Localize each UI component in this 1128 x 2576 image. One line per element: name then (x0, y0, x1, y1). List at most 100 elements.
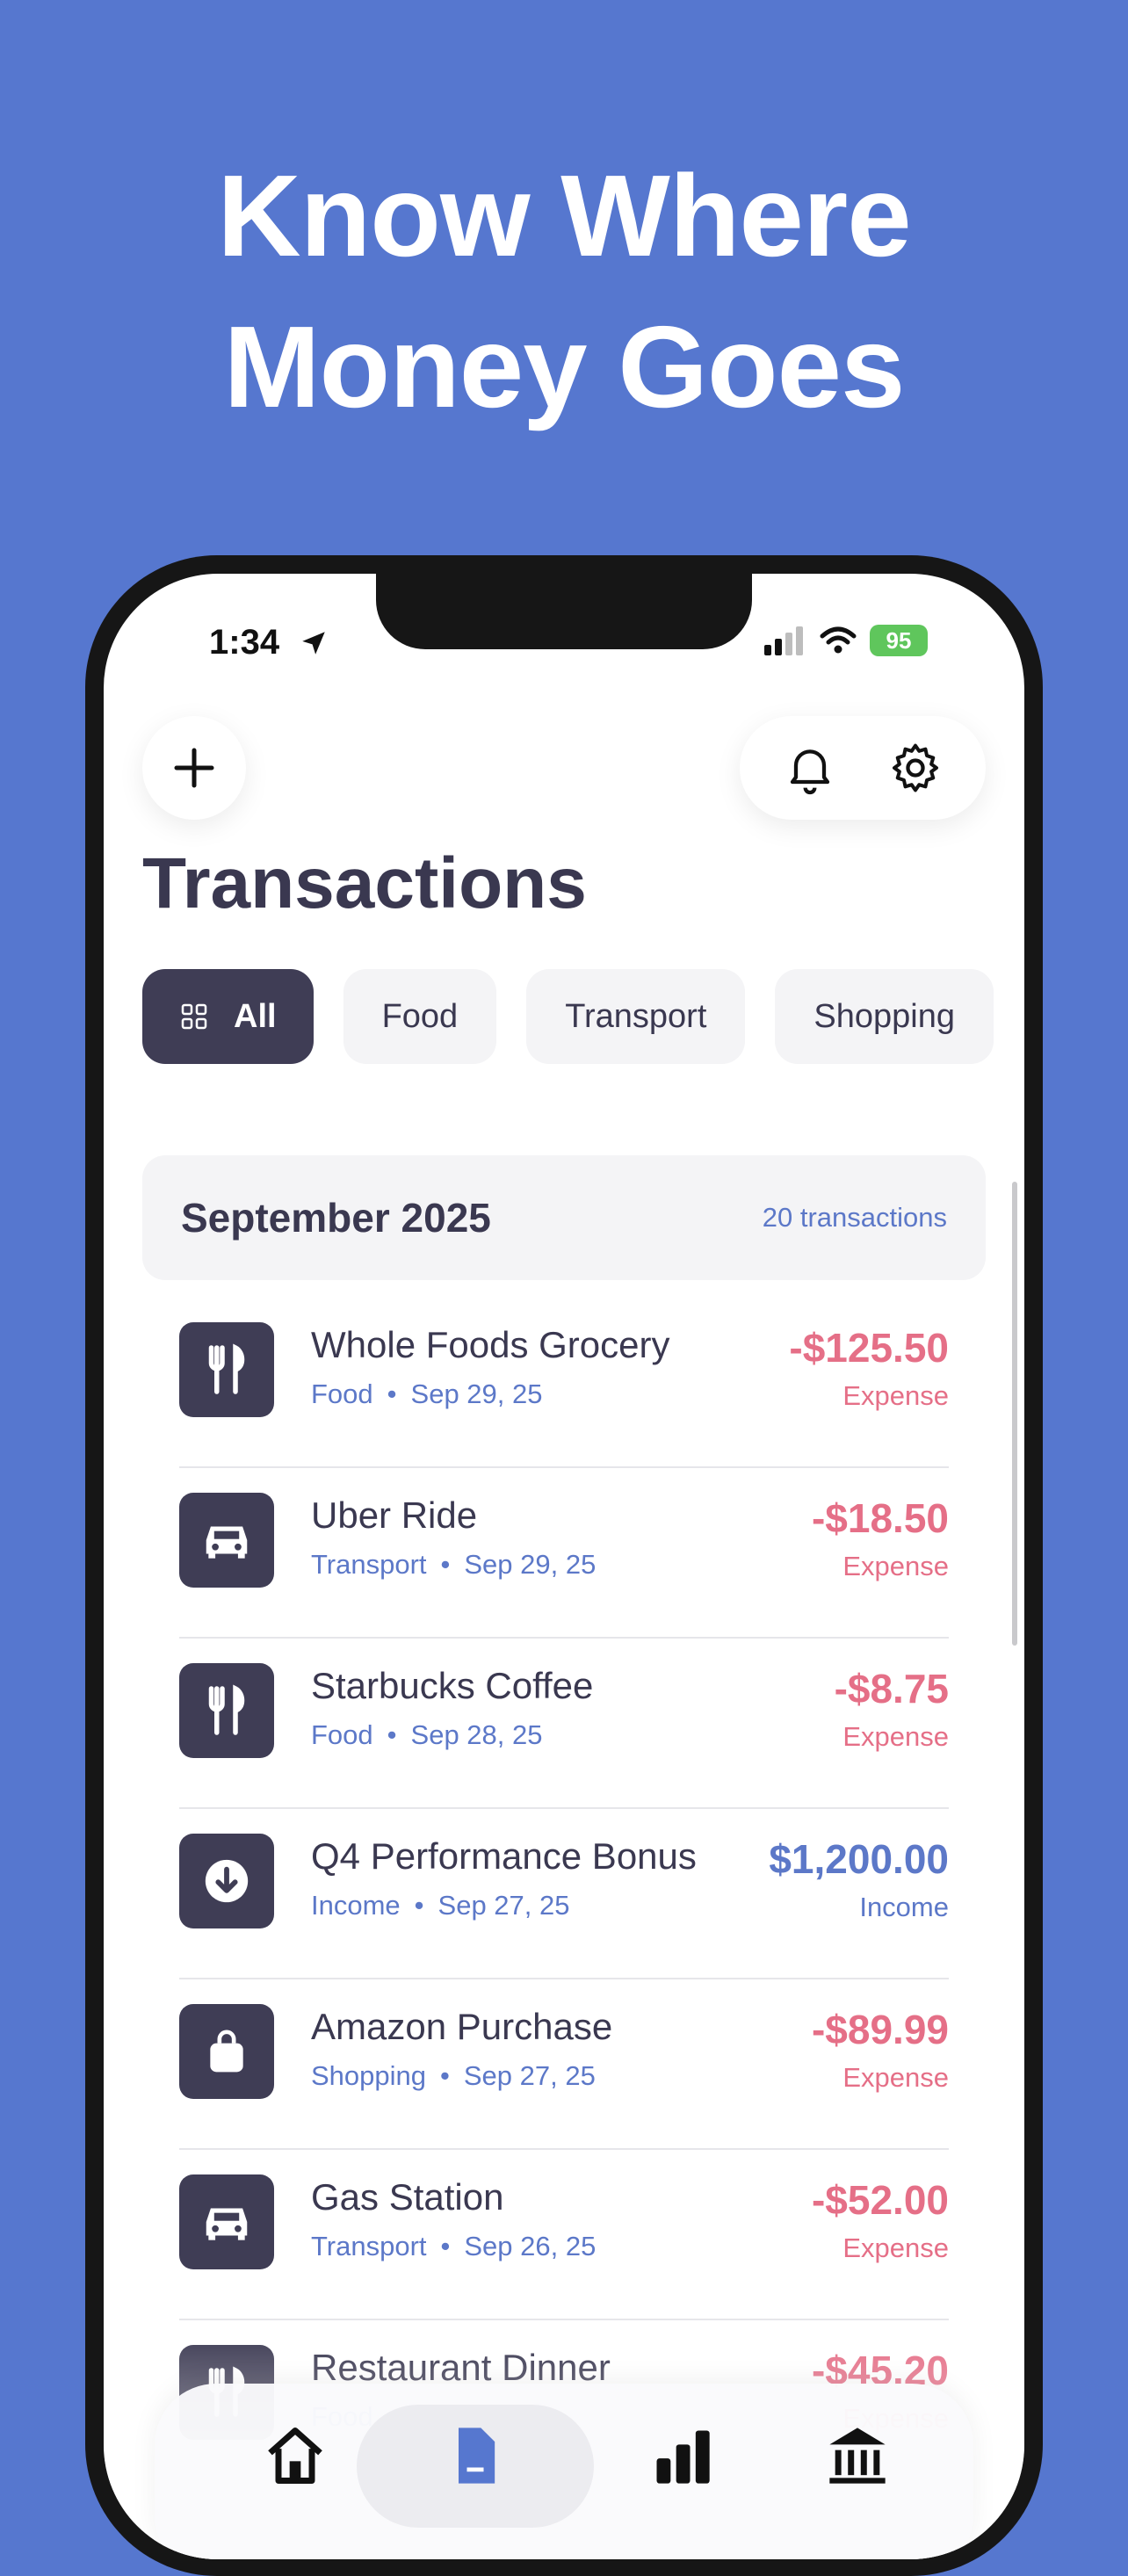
transaction-category: Food (311, 1719, 373, 1750)
bar-chart-icon (656, 2430, 710, 2484)
transaction-type: Expense (842, 1721, 949, 1752)
phone-screen: 1:34 95 Transactions All Food Transport … (104, 574, 1024, 2559)
transaction-name: Whole Foods Grocery (311, 1324, 670, 1365)
transaction-name: Uber Ride (311, 1494, 478, 1536)
filter-chip-all[interactable]: All (142, 969, 314, 1064)
home-tab[interactable] (242, 2422, 348, 2489)
month-section-header: September 2025 20 transactions (142, 1155, 986, 1280)
transaction-row[interactable]: Q4 Performance Bonus Income • Sep 27, 25 $1,… (179, 1809, 949, 1979)
category-tile (179, 1834, 274, 1928)
transaction-amount: -$125.50 (789, 1325, 949, 1371)
status-indicators: 95 (763, 625, 928, 656)
battery-indicator: 95 (870, 625, 928, 656)
headline: Know Where Money Goes (0, 141, 1128, 443)
transaction-name: Gas Station (311, 2176, 504, 2218)
add-transaction-button[interactable] (142, 716, 246, 820)
transaction-meta: Transport • Sep 29, 25 (311, 1549, 596, 1581)
transaction-amount: -$8.75 (834, 1666, 949, 1711)
transaction-row[interactable]: Gas Station Transport • Sep 26, 25 -$52.00 Ex… (179, 2150, 949, 2320)
car-icon (206, 2208, 248, 2240)
filter-chips: All Food Transport Shopping (142, 969, 994, 1064)
headline-line-1: Know Where (217, 151, 911, 280)
arrow-down-circle-icon (205, 1859, 249, 1903)
transaction-row[interactable]: Amazon Purchase Shopping • Sep 27, 25 -$89.9… (179, 1979, 949, 2150)
transaction-type: Expense (842, 1380, 949, 1411)
bell-icon[interactable] (782, 740, 838, 796)
phone-frame: 1:34 95 Transactions All Food Transport … (85, 555, 1043, 2576)
transaction-category: Shopping (311, 2060, 427, 2091)
location-arrow-icon (302, 632, 325, 655)
filter-chip-label: Shopping (813, 997, 955, 1035)
category-tile (179, 2174, 274, 2269)
gear-icon[interactable] (887, 740, 944, 796)
car-icon (206, 1526, 248, 1559)
home-icon (268, 2428, 322, 2484)
transaction-type: Expense (842, 1551, 949, 1581)
filter-chip-shopping[interactable]: Shopping (775, 969, 994, 1064)
transaction-name: Q4 Performance Bonus (311, 1835, 697, 1877)
transaction-category: Transport (311, 1549, 427, 1580)
transaction-category: Transport (311, 2231, 427, 2261)
transaction-meta: Food • Sep 28, 25 (311, 1719, 543, 1751)
transaction-meta: Food • Sep 29, 25 (311, 1378, 543, 1410)
separator-dot: • (387, 1719, 397, 1750)
separator-dot: • (387, 1378, 397, 1409)
category-tile (179, 2004, 274, 2099)
separator-dot: • (440, 2231, 451, 2261)
section-title: September 2025 (181, 1195, 491, 1241)
filter-chip-transport[interactable]: Transport (526, 969, 746, 1064)
category-tile (179, 1322, 274, 1417)
transaction-date: Sep 29, 25 (410, 1378, 543, 1409)
accounts-tab[interactable] (805, 2422, 910, 2489)
scrollbar[interactable] (1012, 1182, 1017, 1646)
category-tile (179, 1663, 274, 1758)
transaction-date: Sep 27, 25 (463, 2060, 596, 2091)
transaction-meta: Income • Sep 27, 25 (311, 1890, 570, 1921)
separator-dot: • (440, 2060, 450, 2091)
status-time: 1:34 (209, 623, 280, 662)
page-title: Transactions (142, 843, 587, 923)
transaction-date: Sep 29, 25 (464, 1549, 597, 1580)
plus-icon (174, 748, 214, 788)
filter-chip-food[interactable]: Food (343, 969, 497, 1064)
transaction-row[interactable]: Uber Ride Transport • Sep 29, 25 -$18.50 Expe… (179, 1468, 949, 1639)
filter-chip-label: All (234, 997, 277, 1035)
document-icon (459, 2428, 495, 2484)
transaction-row[interactable]: Starbucks Coffee Food • Sep 28, 25 -$8.75 Exp… (179, 1639, 949, 1809)
transaction-amount: -$18.50 (811, 1495, 949, 1541)
transaction-amount: -$52.00 (811, 2177, 949, 2223)
separator-dot: • (440, 1549, 451, 1580)
wifi-icon (820, 626, 857, 654)
shopping-bag-icon (210, 2030, 243, 2073)
transaction-amount: $1,200.00 (769, 1836, 949, 1882)
header-actions (740, 716, 986, 820)
transaction-date: Sep 28, 25 (410, 1719, 543, 1750)
separator-dot: • (414, 1890, 424, 1921)
grid-icon (181, 1003, 207, 1030)
transaction-row[interactable]: Whole Foods Grocery Food • Sep 29, 25 -$125.… (179, 1298, 949, 1468)
bank-icon (829, 2428, 886, 2484)
transaction-meta: Shopping • Sep 27, 25 (311, 2060, 596, 2092)
transaction-amount: -$89.99 (811, 2007, 949, 2052)
headline-line-2: Money Goes (223, 302, 906, 431)
transaction-category: Income (311, 1890, 401, 1921)
filter-chip-label: Transport (565, 997, 707, 1035)
stats-tab[interactable] (629, 2422, 734, 2489)
transaction-name: Amazon Purchase (311, 2006, 613, 2047)
transaction-type: Expense (842, 2062, 949, 2093)
transaction-name: Starbucks Coffee (311, 1665, 594, 1706)
transaction-type: Expense (842, 2232, 949, 2263)
transaction-date: Sep 26, 25 (464, 2231, 597, 2261)
transaction-meta: Transport • Sep 26, 25 (311, 2231, 596, 2262)
transaction-type: Income (859, 1892, 949, 1922)
filter-chip-label: Food (381, 997, 459, 1035)
transaction-category: Food (311, 1378, 373, 1409)
tab-bar (155, 2384, 973, 2559)
transaction-date: Sep 27, 25 (437, 1890, 570, 1921)
signal-icon (764, 626, 803, 655)
fork-knife-icon (208, 1684, 245, 1735)
transactions-tab[interactable] (423, 2422, 528, 2489)
transaction-count: 20 transactions (762, 1202, 947, 1233)
fork-knife-icon (208, 1343, 245, 1394)
notch (376, 574, 752, 649)
